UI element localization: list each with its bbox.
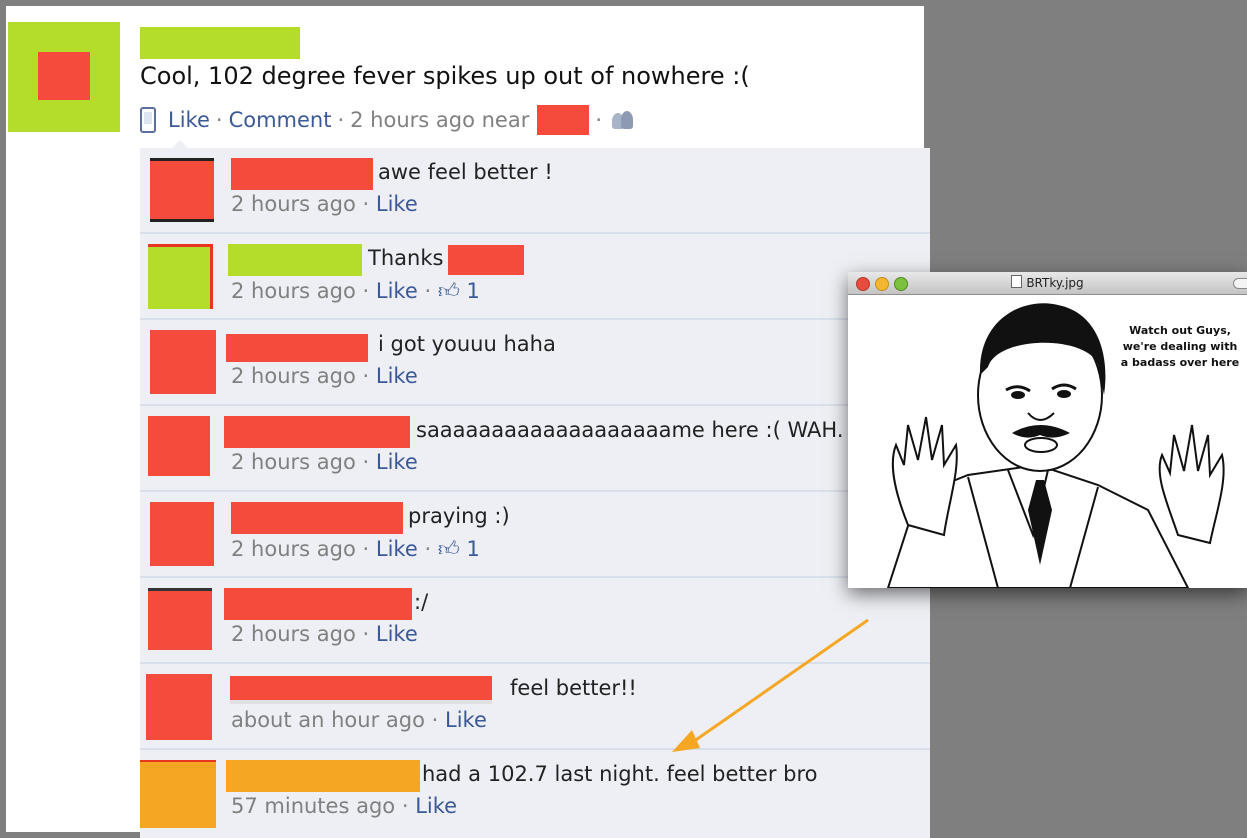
document-icon (1011, 275, 1023, 288)
image-preview-window[interactable]: BRTky.jpg Watch out Guys, we're dealing … (848, 272, 1247, 588)
window-title: BRTky.jpg (848, 275, 1247, 290)
window-title-text: BRTky.jpg (1026, 276, 1084, 290)
meme-caption: Watch out Guys, we're dealing with a bad… (1120, 324, 1240, 369)
meme-image: Watch out Guys, we're dealing with a bad… (848, 295, 1247, 588)
window-titlebar[interactable]: BRTky.jpg (848, 272, 1247, 295)
toolbar-toggle-button[interactable] (1233, 278, 1247, 289)
